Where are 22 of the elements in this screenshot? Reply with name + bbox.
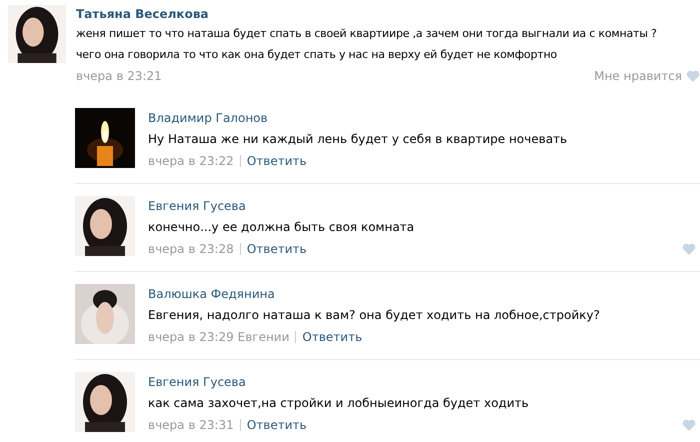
author-name[interactable]: Татьяна Веселкова bbox=[76, 5, 700, 23]
comment-time: вчера в 23:28 bbox=[148, 241, 234, 258]
comment-text: конечно...у ее должна быть своя комната bbox=[148, 219, 414, 236]
comment-time: вчера в 23:21 bbox=[76, 68, 162, 85]
comment-text: женя пишет то что наташа будет спать в своей квартиире ,а зачем они тогда выгнали иа с комнаты ? чего она говорила то что как она будет спать у нас на верху ей будет не комфортно bbox=[76, 26, 658, 63]
comment-time: вчера в 23:29 Евгении bbox=[148, 329, 290, 346]
heart-icon[interactable] bbox=[682, 243, 696, 255]
comment-time: вчера в 23:31 bbox=[148, 417, 234, 434]
reply-link[interactable]: Ответить bbox=[302, 326, 362, 348]
author-name[interactable]: Евгения Гусева bbox=[148, 196, 246, 216]
comment-text: Евгения, надолго наташа к вам? она будет ходить на лобное,стройку? bbox=[148, 307, 600, 324]
author-name[interactable]: Валюшка Федянина bbox=[148, 284, 275, 304]
author-name[interactable]: Владимир Галонов bbox=[148, 108, 268, 128]
comment-text: как сама захочет,на стройки и лобныеиногда будет ходить bbox=[148, 395, 529, 412]
author-name[interactable]: Евгения Гусева bbox=[148, 372, 246, 392]
reply-link[interactable]: Ответить bbox=[246, 414, 307, 436]
heart-icon[interactable] bbox=[682, 419, 696, 431]
reply-link[interactable]: Ответить bbox=[246, 238, 307, 260]
comment-text: Ну Наташа же ни каждый лень будет у себя в квартире ночевать bbox=[148, 131, 568, 148]
comment-time: вчера в 23:22 bbox=[148, 153, 234, 170]
reply-link[interactable]: Ответить bbox=[246, 150, 307, 172]
heart-icon[interactable] bbox=[686, 70, 700, 82]
